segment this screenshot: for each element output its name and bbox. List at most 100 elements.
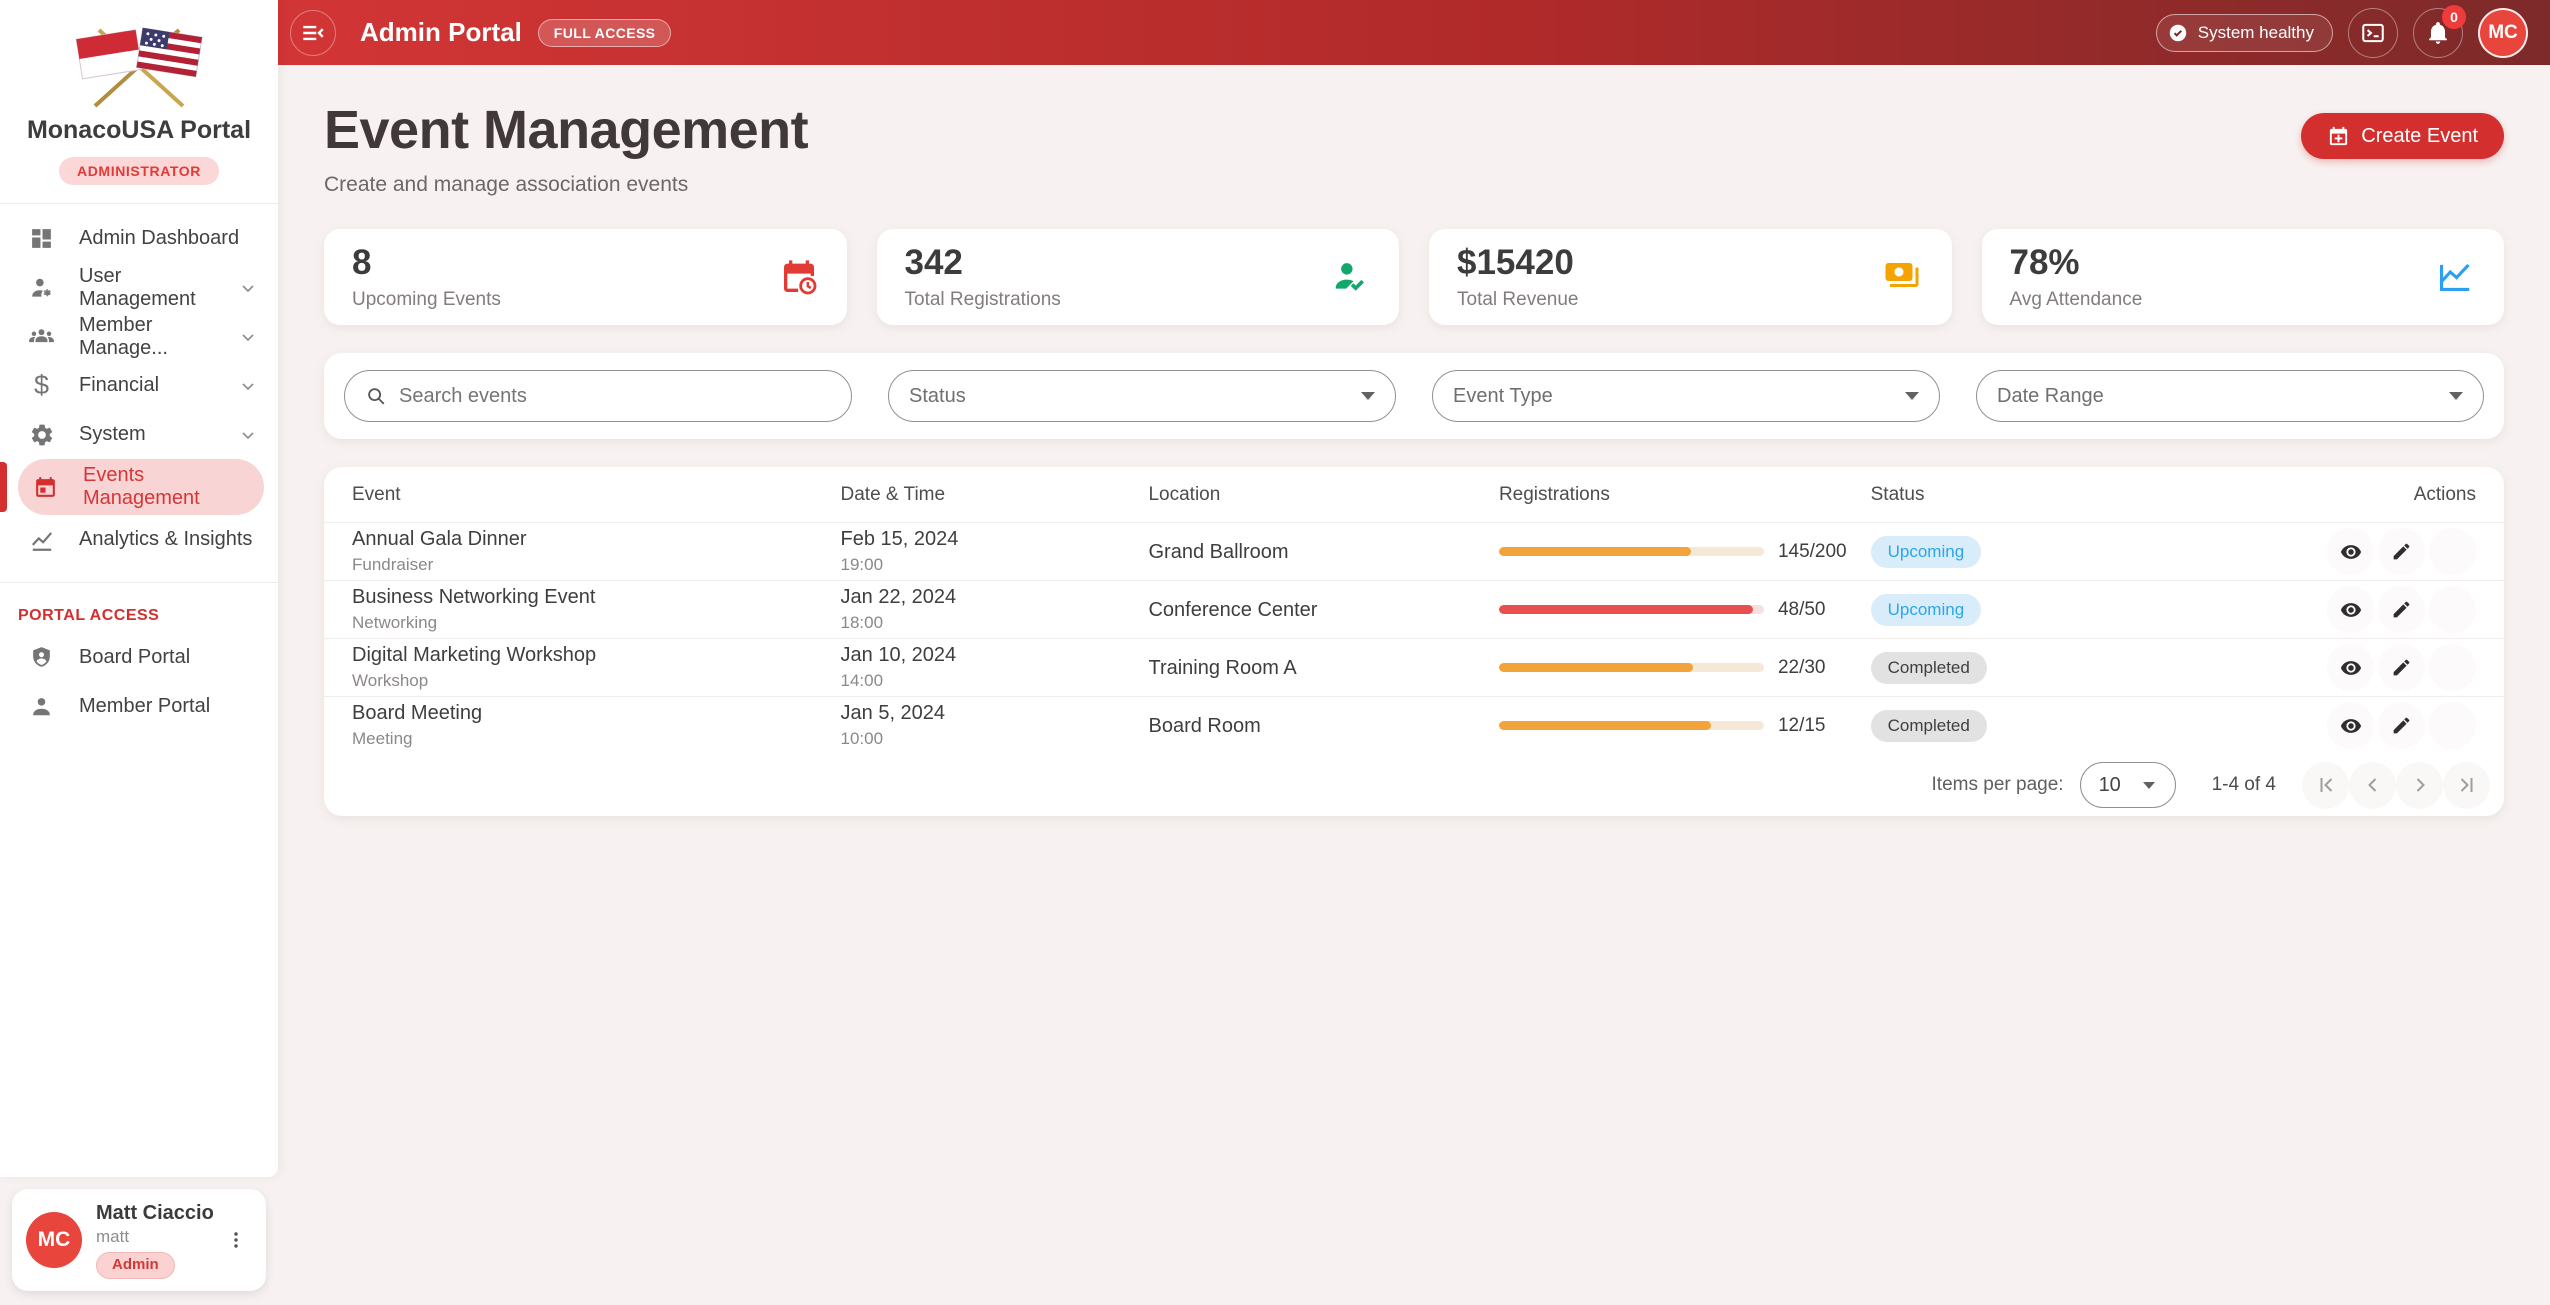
sidebar-item-board-portal[interactable]: Board Portal <box>0 633 278 682</box>
page-range-label: 1-4 of 4 <box>2212 774 2276 796</box>
dashboard-icon <box>28 225 55 252</box>
event-date: Jan 10, 2024 <box>841 642 1149 668</box>
events-table: Event Date & Time Location Registrations… <box>324 467 2504 816</box>
person-check-icon <box>1331 257 1371 297</box>
event-category: Networking <box>352 612 841 634</box>
delete-event-button[interactable] <box>2429 528 2476 575</box>
edit-event-button[interactable] <box>2378 702 2425 749</box>
last-page-icon <box>2455 773 2479 797</box>
notification-count-badge: 0 <box>2442 5 2466 29</box>
items-per-page-select[interactable]: 10 <box>2080 762 2176 808</box>
view-event-button[interactable] <box>2327 644 2374 691</box>
status-filter-dropdown[interactable]: Status <box>888 370 1396 422</box>
stat-value: 8 <box>352 243 501 283</box>
stat-label: Avg Attendance <box>2010 289 2143 311</box>
first-page-button[interactable] <box>2302 762 2349 809</box>
event-location: Grand Ballroom <box>1148 541 1288 563</box>
terminal-button[interactable] <box>2348 8 2398 58</box>
first-page-icon <box>2314 773 2338 797</box>
view-event-button[interactable] <box>2327 586 2374 633</box>
stat-card-upcoming-events: 8 Upcoming Events <box>324 229 847 325</box>
view-event-button[interactable] <box>2327 702 2374 749</box>
sidebar-item-financial[interactable]: $ Financial <box>0 361 278 410</box>
status-badge: Upcoming <box>1871 594 1982 626</box>
search-input[interactable] <box>399 385 831 408</box>
header-avatar[interactable]: MC <box>2478 8 2528 58</box>
stat-card-avg-attendance: 78% Avg Attendance <box>1982 229 2505 325</box>
manage-accounts-icon <box>28 274 55 301</box>
chevron-down-icon <box>238 327 258 347</box>
sidebar-user-area: MC Matt Ciaccio matt Admin <box>0 1177 278 1305</box>
gear-icon <box>28 421 55 448</box>
registration-progress <box>1499 663 1764 672</box>
status-badge: Completed <box>1871 652 1987 684</box>
check-circle-icon <box>2167 22 2189 44</box>
pencil-icon <box>2391 599 2412 620</box>
crossed-flags-icon <box>59 18 219 110</box>
user-role-badge: Admin <box>96 1252 175 1279</box>
trend-chart-icon <box>2436 257 2476 297</box>
notifications-button[interactable]: 0 <box>2413 8 2463 58</box>
status-badge: Upcoming <box>1871 536 1982 568</box>
delete-event-button[interactable] <box>2429 702 2476 749</box>
event-time: 18:00 <box>841 612 1149 634</box>
registration-progress <box>1499 605 1764 614</box>
search-icon <box>365 385 387 407</box>
previous-page-button[interactable] <box>2349 762 2396 809</box>
eye-icon <box>2340 541 2362 563</box>
content: Event Management Create and manage assoc… <box>278 65 2550 1305</box>
registration-count: 12/15 <box>1778 715 1826 737</box>
chevron-down-icon <box>238 425 258 445</box>
status-filter-label: Status <box>909 385 966 408</box>
stat-label: Total Registrations <box>905 289 1061 311</box>
sidebar-item-label: System <box>79 423 146 446</box>
menu-toggle-button[interactable] <box>290 10 336 56</box>
event-name: Business Networking Event <box>352 584 841 610</box>
next-page-button[interactable] <box>2396 762 2443 809</box>
stat-card-total-registrations: 342 Total Registrations <box>877 229 1400 325</box>
eye-icon <box>2340 599 2362 621</box>
registration-progress <box>1499 547 1764 556</box>
sidebar-item-events-management[interactable]: Events Management <box>0 459 278 515</box>
event-type-filter-dropdown[interactable]: Event Type <box>1432 370 1940 422</box>
view-event-button[interactable] <box>2327 528 2374 575</box>
line-chart-icon <box>28 526 55 553</box>
calendar-icon <box>32 474 59 501</box>
delete-event-button[interactable] <box>2429 586 2476 633</box>
column-header-datetime: Date & Time <box>841 484 1149 506</box>
sidebar-item-analytics-insights[interactable]: Analytics & Insights <box>0 515 278 564</box>
create-event-button[interactable]: Create Event <box>2301 113 2504 159</box>
stat-label: Upcoming Events <box>352 289 501 311</box>
user-name: Matt Ciaccio <box>96 1201 214 1226</box>
stat-card-total-revenue: $15420 Total Revenue <box>1429 229 1952 325</box>
sidebar-item-user-management[interactable]: User Management <box>0 263 278 312</box>
sidebar: MonacoUSA Portal ADMINISTRATOR Admin Das… <box>0 0 278 1305</box>
edit-event-button[interactable] <box>2378 528 2425 575</box>
access-badge: FULL ACCESS <box>538 19 672 47</box>
last-page-button[interactable] <box>2443 762 2490 809</box>
role-badge: ADMINISTRATOR <box>59 157 219 185</box>
sidebar-item-label: Board Portal <box>79 646 190 669</box>
sidebar-item-system[interactable]: System <box>0 410 278 459</box>
sidebar-item-admin-dashboard[interactable]: Admin Dashboard <box>0 214 278 263</box>
event-location: Board Room <box>1148 715 1260 737</box>
chevron-right-icon <box>2408 773 2432 797</box>
dropdown-arrow-icon <box>2143 782 2155 789</box>
pencil-icon <box>2391 715 2412 736</box>
delete-event-button[interactable] <box>2429 644 2476 691</box>
active-indicator <box>0 462 7 512</box>
sidebar-item-member-management[interactable]: Member Manage... <box>0 312 278 361</box>
sidebar-item-member-portal[interactable]: Member Portal <box>0 682 278 731</box>
edit-event-button[interactable] <box>2378 586 2425 633</box>
sidebar-nav: Admin Dashboard User Management Member M… <box>0 210 278 564</box>
top-header: Admin Portal FULL ACCESS System healthy … <box>278 0 2550 65</box>
edit-event-button[interactable] <box>2378 644 2425 691</box>
user-menu-button[interactable] <box>218 1222 254 1258</box>
user-username: matt <box>96 1226 214 1247</box>
table-paginator: Items per page: 10 1-4 of 4 <box>324 754 2504 816</box>
column-header-event: Event <box>352 484 841 506</box>
eye-icon <box>2340 715 2362 737</box>
search-events-field[interactable] <box>344 370 852 422</box>
header-title: Admin Portal <box>360 17 522 48</box>
date-range-filter-dropdown[interactable]: Date Range <box>1976 370 2484 422</box>
